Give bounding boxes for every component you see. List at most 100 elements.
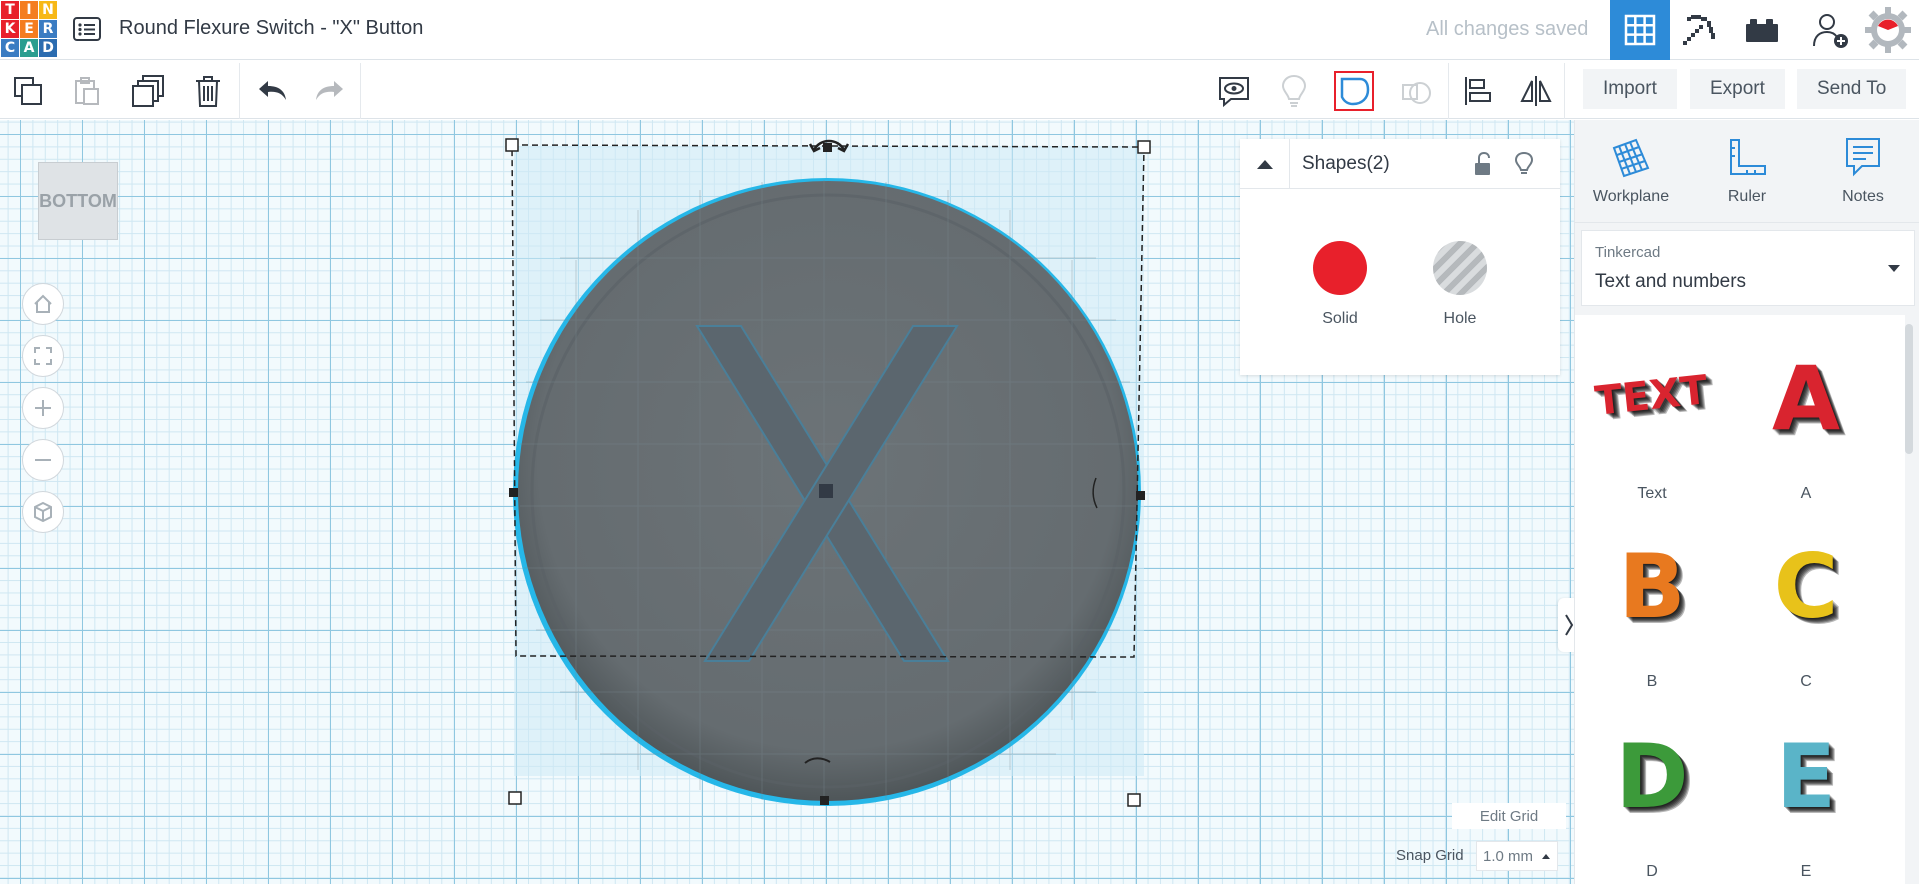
logo-letter: D <box>39 39 57 57</box>
visibility-button[interactable] <box>1509 149 1539 179</box>
undo-button[interactable] <box>252 71 292 111</box>
notes-visibility-button[interactable] <box>1214 71 1254 111</box>
copy-button[interactable] <box>8 71 48 111</box>
plus-icon <box>35 400 51 416</box>
shape-item-a[interactable]: AAAAAAAA <box>1731 337 1881 507</box>
duplicate-button[interactable] <box>128 71 168 111</box>
shape-library-grid: TEXT TEXT TEXT TEXT TEXT TEXT TEXT Text A A A A A A A A… <box>1575 315 1905 884</box>
bricks-icon <box>1746 19 1778 42</box>
zoom-out-button[interactable] <box>22 439 64 481</box>
lock-button[interactable] <box>1468 149 1498 179</box>
chevron-right-icon <box>1565 614 1574 636</box>
category-library: Tinkercad <box>1595 244 1661 261</box>
workplane-label: Workplane <box>1592 188 1670 205</box>
mirror-button[interactable] <box>1516 71 1556 111</box>
logo-letter: A <box>20 39 38 57</box>
group-shapes-icon <box>1340 77 1370 106</box>
notes-label: Notes <box>1842 188 1884 205</box>
minecraft-view-button[interactable] <box>1670 0 1730 60</box>
workplane-tool[interactable]: Workplane <box>1581 136 1681 216</box>
panel-toggle-button[interactable] <box>1558 598 1574 652</box>
profile-button[interactable] <box>1858 0 1918 60</box>
paste-button[interactable] <box>67 71 107 111</box>
shape-category-dropdown[interactable]: Tinkercad Text and numbers <box>1581 230 1915 306</box>
design-title[interactable]: Round Flexure Switch - "X" Button <box>119 17 423 40</box>
align-button[interactable] <box>1458 71 1498 111</box>
shape-item-label: Text <box>1637 485 1667 502</box>
lightbulb-icon <box>1281 74 1307 107</box>
snap-grid-label: Snap Grid <box>1396 847 1464 864</box>
svg-text:C: C <box>1774 535 1839 638</box>
chevron-down-icon <box>1888 265 1900 272</box>
redo-icon <box>316 81 343 100</box>
fit-view-button[interactable] <box>22 335 64 377</box>
redo-button[interactable] <box>310 71 350 111</box>
design-list-button[interactable] <box>72 14 102 44</box>
add-user-button[interactable] <box>1800 0 1860 60</box>
import-button[interactable]: Import <box>1583 69 1677 109</box>
3d-workplane[interactable]: BOTTOM Shapes(2) Solid Hole Edit Grid Sn… <box>0 120 1574 884</box>
ungroup-button[interactable] <box>1396 71 1436 111</box>
shape-item-text[interactable]: TEXT TEXT TEXT TEXT TEXT TEXT TEXT Text <box>1577 337 1727 507</box>
shape-item-label: E <box>1800 863 1812 880</box>
shape-list-scrollbar[interactable] <box>1905 324 1913 454</box>
shape-thumbnail: CCCCCCC <box>1774 535 1845 644</box>
comment-eye-icon <box>1219 77 1249 108</box>
paste-icon <box>75 77 99 105</box>
top-bar: TIN KER CAD Round Flexure Switch - "X" But… <box>0 0 1919 60</box>
group-button[interactable] <box>1334 71 1374 111</box>
mirror-icon <box>1520 76 1552 106</box>
duplicate-icon <box>132 75 164 107</box>
caret-up-icon <box>1256 160 1273 169</box>
shape-item-label: A <box>1800 485 1812 502</box>
shape-item-b[interactable]: BBBBBBBB <box>1577 525 1727 695</box>
home-view-button[interactable] <box>22 283 64 325</box>
snap-grid-value: 1.0 mm <box>1483 847 1534 865</box>
edit-grid-button[interactable]: Edit Grid <box>1452 803 1566 829</box>
svg-text:B: B <box>1618 535 1685 638</box>
logo-letter: I <box>20 1 38 19</box>
pickaxe-icon <box>1683 15 1715 45</box>
cube-icon <box>34 501 52 523</box>
shape-thumbnail: DDDDDDD <box>1615 725 1694 834</box>
export-button[interactable]: Export <box>1690 69 1785 109</box>
logo-letter: N <box>39 1 57 19</box>
minus-icon <box>35 459 51 461</box>
send-to-button[interactable]: Send To <box>1797 69 1907 109</box>
hole-label: Hole <box>1443 310 1477 327</box>
3d-design-view-button[interactable] <box>1610 0 1670 60</box>
shape-thumbnail: TEXTTEXTTEXTTEXTTEXTTEXTTEXT <box>1593 367 1717 430</box>
shape-item-label: C <box>1800 673 1812 690</box>
edit-toolbar: Import Export Send To <box>0 61 1919 119</box>
shape-item-e[interactable]: EEEEEEEE <box>1731 715 1881 884</box>
tinkercad-logo[interactable]: TIN KER CAD <box>0 0 57 57</box>
logo-letter: E <box>20 20 38 38</box>
unlock-icon <box>1475 152 1490 175</box>
perspective-toggle-button[interactable] <box>22 491 64 533</box>
solid-color-swatch[interactable] <box>1313 241 1367 295</box>
notes-tool[interactable]: Notes <box>1813 136 1913 216</box>
align-icon <box>1465 77 1491 105</box>
shape-thumbnail: AAAAAAA <box>1772 347 1846 456</box>
shape-inspector: Shapes(2) Solid Hole <box>1240 139 1560 375</box>
logo-letter: C <box>1 39 19 57</box>
shape-thumbnail: EEEEEEE <box>1776 725 1842 834</box>
inspector-collapse-button[interactable] <box>1240 139 1290 189</box>
fit-all-icon <box>34 347 52 365</box>
workplane-icon <box>1612 138 1650 178</box>
shape-item-d[interactable]: DDDDDDDD <box>1577 715 1727 884</box>
add-user-icon <box>1813 14 1848 48</box>
view-cube[interactable]: BOTTOM <box>38 162 118 240</box>
delete-button[interactable] <box>188 71 228 111</box>
snap-grid-select[interactable]: 1.0 mm <box>1476 841 1558 871</box>
hide-lightbulb-button[interactable] <box>1274 71 1314 111</box>
ruler-tool[interactable]: Ruler <box>1697 136 1797 216</box>
zoom-in-button[interactable] <box>22 387 64 429</box>
home-icon <box>34 294 52 313</box>
svg-text:D: D <box>1615 725 1688 828</box>
shape-item-c[interactable]: CCCCCCCC <box>1731 525 1881 695</box>
shape-item-label: B <box>1646 673 1658 690</box>
bricks-view-button[interactable] <box>1732 0 1792 60</box>
hole-swatch[interactable] <box>1433 241 1487 295</box>
ruler-icon <box>1730 139 1766 175</box>
